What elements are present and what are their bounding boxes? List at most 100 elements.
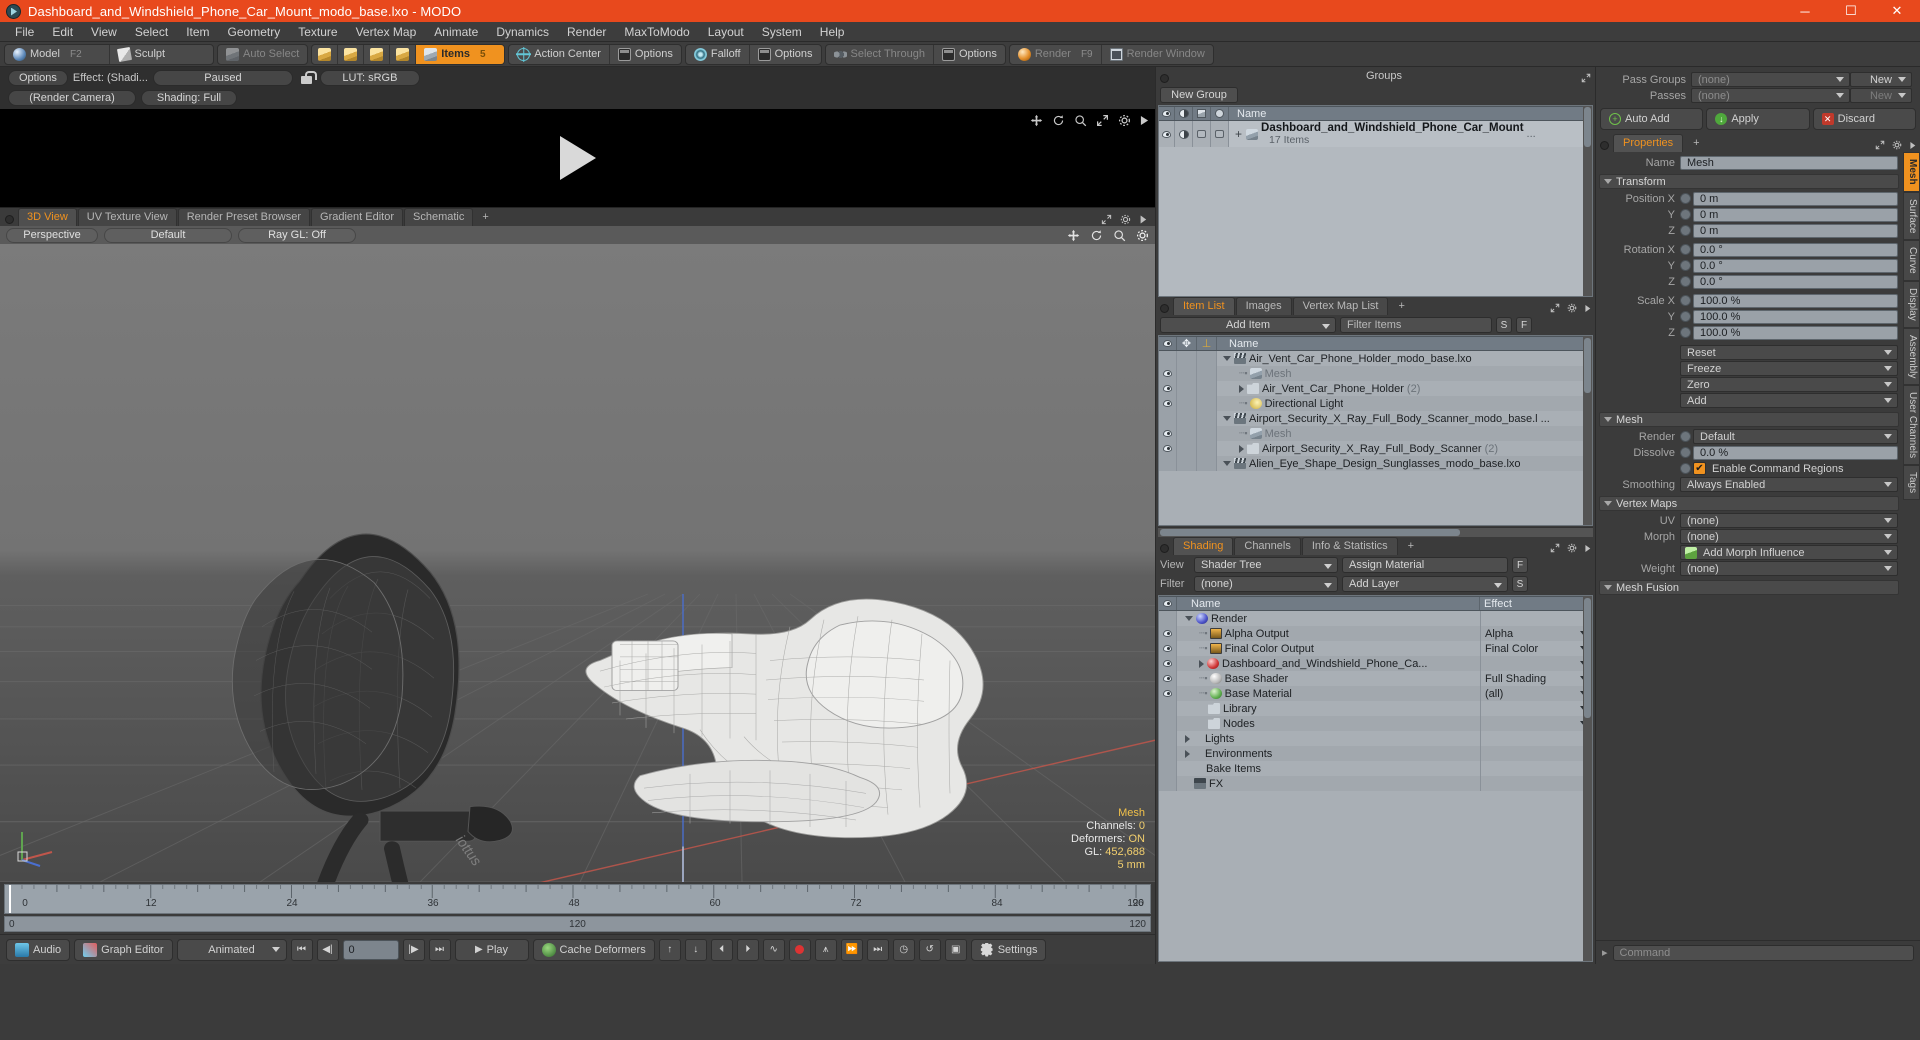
graph-editor-button[interactable]: Graph Editor: [74, 938, 173, 961]
render-camera-button[interactable]: (Render Camera): [8, 90, 136, 106]
gear-icon[interactable]: [1118, 114, 1131, 127]
panel-dot-icon[interactable]: [5, 215, 14, 224]
chevron-right-icon[interactable]: [1185, 749, 1190, 758]
maximize-button[interactable]: ☐: [1828, 0, 1874, 22]
item-list-body[interactable]: Air_Vent_Car_Phone_Holder_modo_base.lxo ┄…: [1159, 351, 1592, 525]
list-item[interactable]: ┄▪ Mesh: [1159, 426, 1592, 441]
position-z-field[interactable]: 0 m: [1693, 223, 1898, 238]
shading-s-button[interactable]: S: [1512, 576, 1528, 592]
list-item[interactable]: Bake Items: [1159, 761, 1592, 776]
list-item[interactable]: ┄▪ Base Shader Full Shading: [1159, 671, 1592, 686]
lock-icon[interactable]: [1211, 107, 1229, 120]
delete-key-icon[interactable]: ▣: [944, 938, 967, 961]
rotation-z-field[interactable]: 0.0 °: [1693, 274, 1898, 289]
scale-z-knob[interactable]: [1680, 327, 1691, 338]
weight-select[interactable]: (none): [1680, 561, 1898, 576]
command-regions-knob[interactable]: [1680, 463, 1691, 474]
chevron-down-icon[interactable]: [1223, 416, 1231, 421]
key-down-icon[interactable]: ↓: [684, 938, 707, 961]
side-tab-assembly[interactable]: Assembly: [1903, 327, 1920, 385]
render-knob[interactable]: [1680, 431, 1691, 442]
filter-s-button[interactable]: S: [1496, 317, 1512, 333]
chevron-down-icon[interactable]: [1223, 461, 1231, 466]
layer-effect[interactable]: Full Shading: [1480, 671, 1592, 686]
selection-icon[interactable]: [1193, 107, 1211, 120]
layer-effect[interactable]: [1480, 716, 1592, 731]
eye-icon[interactable]: [1163, 630, 1172, 637]
transform-icon[interactable]: ✥: [1177, 337, 1197, 350]
falloff-button[interactable]: Falloff: [686, 44, 750, 64]
tab-3d-view[interactable]: 3D View: [18, 208, 77, 226]
zero-select[interactable]: Zero: [1680, 377, 1898, 392]
add-tab-button[interactable]: +: [474, 209, 496, 226]
timeline-ruler[interactable]: 0 12 24 36 48 60 72 84 96 108 120: [4, 884, 1151, 914]
groups-list-body[interactable]: + Dashboard_and_Windshield_Phone_Car_Mou…: [1159, 121, 1592, 296]
list-item[interactable]: ┄▪ Alpha Output Alpha: [1159, 626, 1592, 641]
add-layer-select[interactable]: Add Layer: [1342, 576, 1508, 592]
eye-icon[interactable]: [1163, 675, 1172, 682]
key-up-icon[interactable]: ↑: [658, 938, 681, 961]
action-center-button[interactable]: Action Center: [509, 44, 610, 64]
add-tab-button[interactable]: +: [1389, 298, 1413, 315]
eye-icon[interactable]: [1163, 430, 1172, 437]
item-list-vertical-scrollbar[interactable]: [1583, 336, 1592, 525]
list-item[interactable]: ┄▪ Mesh: [1159, 366, 1592, 381]
list-item[interactable]: Air_Vent_Car_Phone_Holder_modo_base.lxo: [1159, 351, 1592, 366]
key-filter-icon[interactable]: ⩚: [814, 938, 837, 961]
render-preview-view[interactable]: [0, 109, 1155, 207]
menu-item-item[interactable]: Item: [177, 22, 218, 42]
transform-section-header[interactable]: Transform: [1599, 174, 1899, 189]
current-frame-input[interactable]: 0: [342, 939, 399, 960]
position-z-knob[interactable]: [1680, 225, 1691, 236]
enable-command-regions-checkbox[interactable]: ✔: [1693, 462, 1706, 475]
maximize-panel-icon[interactable]: [1581, 73, 1591, 83]
scale-x-field[interactable]: 100.0 %: [1693, 293, 1898, 308]
shading-filter-select[interactable]: (none): [1194, 576, 1338, 592]
list-item[interactable]: Lights: [1159, 731, 1592, 746]
shading-vertical-scrollbar[interactable]: [1583, 596, 1592, 961]
layer-effect[interactable]: [1480, 701, 1592, 716]
groups-vertical-scrollbar[interactable]: [1583, 106, 1592, 296]
uv-select[interactable]: (none): [1680, 513, 1898, 528]
assign-material-button[interactable]: Assign Material: [1342, 557, 1508, 573]
gear-icon[interactable]: [1120, 214, 1131, 225]
render-options-button[interactable]: Options: [8, 70, 68, 86]
action-center-options-button[interactable]: Options: [610, 45, 681, 64]
audio-button[interactable]: Audio: [6, 938, 71, 961]
lut-button[interactable]: LUT: sRGB: [319, 70, 420, 86]
eye-icon[interactable]: [1163, 660, 1172, 667]
animation-mode-select[interactable]: Animated: [176, 938, 287, 961]
rotation-z-knob[interactable]: [1680, 276, 1691, 287]
unlock-icon[interactable]: [300, 71, 317, 85]
menu-item-texture[interactable]: Texture: [289, 22, 346, 42]
falloff-options-button[interactable]: Options: [750, 45, 821, 64]
mesh-fusion-section-header[interactable]: Mesh Fusion: [1599, 580, 1899, 595]
list-item[interactable]: ┄▪ Final Color Output Final Color: [1159, 641, 1592, 656]
render-shading-button[interactable]: Shading: Full: [141, 90, 237, 106]
tab-render-preset-browser[interactable]: Render Preset Browser: [177, 208, 311, 226]
vertices-mode-button[interactable]: [312, 44, 339, 64]
layer-effect[interactable]: [1480, 776, 1592, 791]
eye-icon[interactable]: [1159, 107, 1175, 120]
panel-menu-icon[interactable]: [1909, 141, 1916, 150]
eye-icon[interactable]: [1159, 597, 1177, 610]
add-tab-button[interactable]: +: [1399, 538, 1423, 555]
model-mode-button[interactable]: Model F2: [5, 44, 110, 64]
next-keyframe-icon[interactable]: ⏩: [840, 938, 863, 961]
layer-effect[interactable]: Final Color: [1480, 641, 1592, 656]
list-item[interactable]: Environments: [1159, 746, 1592, 761]
list-item[interactable]: Airport_Security_X_Ray_Full_Body_Scanner…: [1159, 411, 1592, 426]
menu-item-vertex-map[interactable]: Vertex Map: [347, 22, 426, 42]
shading-f-button[interactable]: F: [1512, 557, 1528, 573]
items-mode-button[interactable]: Items 5: [416, 44, 505, 64]
menu-item-file[interactable]: File: [6, 22, 43, 42]
viewport-raygl-button[interactable]: Ray GL: Off: [238, 227, 356, 243]
render-window-button[interactable]: Render Window: [1102, 45, 1213, 64]
mesh-section-header[interactable]: Mesh: [1599, 412, 1899, 427]
rotation-y-field[interactable]: 0.0 °: [1693, 258, 1898, 273]
timeline-range-bar[interactable]: 0 120 120: [4, 916, 1151, 932]
eye-icon[interactable]: [1163, 690, 1172, 697]
render-button[interactable]: Render F9: [1010, 44, 1102, 64]
command-expand-icon[interactable]: ▸: [1602, 946, 1608, 959]
side-tab-curve[interactable]: Curve: [1903, 240, 1920, 281]
